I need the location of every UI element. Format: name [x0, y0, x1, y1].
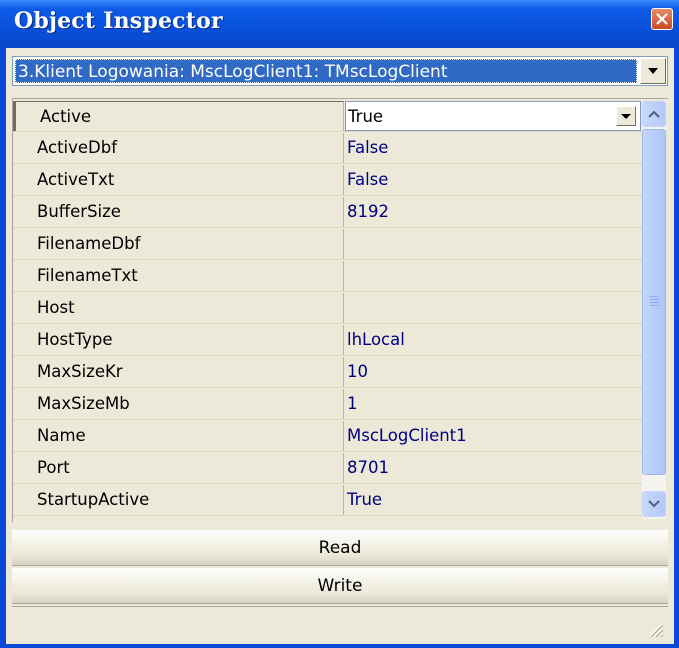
- property-value[interactable]: True: [345, 101, 641, 131]
- property-value[interactable]: False: [345, 133, 641, 163]
- thumb-grip-line: [650, 302, 659, 303]
- arrow-down-icon: [648, 500, 660, 508]
- resize-grip-icon[interactable]: [646, 620, 664, 638]
- property-grid: Active True ActiveDbf False ActiveTxt False Bu…: [12, 98, 668, 522]
- property-row[interactable]: ActiveDbf False: [13, 133, 641, 164]
- object-selector-value: 3.Klient Logowania: MscLogClient1: TMscL…: [15, 59, 637, 83]
- property-value[interactable]: False: [345, 165, 641, 195]
- write-button[interactable]: Write: [12, 568, 668, 604]
- property-value[interactable]: 8701: [345, 453, 641, 483]
- property-value-text: True: [348, 107, 384, 126]
- property-value[interactable]: [345, 293, 641, 323]
- property-value[interactable]: lhLocal: [345, 325, 641, 355]
- arrow-up-icon: [648, 110, 660, 118]
- title-bar[interactable]: Object Inspector: [0, 0, 679, 48]
- thumb-grip-line: [650, 305, 659, 306]
- object-selector-dropdown-button[interactable]: [640, 58, 666, 84]
- property-row[interactable]: ActiveTxt False: [13, 165, 641, 196]
- property-value-text: False: [347, 138, 389, 157]
- property-value[interactable]: 10: [345, 357, 641, 387]
- property-name[interactable]: BufferSize: [13, 197, 344, 227]
- property-value-text: lhLocal: [347, 330, 405, 349]
- thumb-grip-line: [650, 296, 659, 297]
- property-name[interactable]: ActiveTxt: [13, 165, 344, 195]
- thumb-grip-line: [650, 299, 659, 300]
- property-value-text: 8701: [347, 458, 389, 477]
- property-name[interactable]: StartupActive: [13, 485, 344, 515]
- chevron-down-icon: [648, 68, 658, 74]
- property-name[interactable]: Name: [13, 421, 344, 451]
- property-row[interactable]: BufferSize 8192: [13, 197, 641, 228]
- property-row[interactable]: MaxSizeMb 1: [13, 389, 641, 420]
- property-row[interactable]: FilenameDbf: [13, 229, 641, 260]
- scroll-down-button[interactable]: [642, 491, 666, 517]
- property-value-text: False: [347, 170, 389, 189]
- property-value-text: 8192: [347, 202, 389, 221]
- read-button[interactable]: Read: [12, 530, 668, 566]
- property-row[interactable]: MaxSizeKr 10: [13, 357, 641, 388]
- property-row[interactable]: HostType lhLocal: [13, 325, 641, 356]
- property-value[interactable]: 1: [345, 389, 641, 419]
- property-value[interactable]: [345, 261, 641, 291]
- property-name[interactable]: ActiveDbf: [13, 133, 344, 163]
- property-value-text: 10: [347, 362, 368, 381]
- property-value[interactable]: MscLogClient1: [345, 421, 641, 451]
- scroll-thumb[interactable]: [642, 129, 666, 475]
- property-row[interactable]: Active True: [13, 101, 641, 132]
- property-name[interactable]: FilenameDbf: [13, 229, 344, 259]
- scroll-up-button[interactable]: [642, 101, 666, 127]
- property-value[interactable]: True: [345, 485, 641, 515]
- property-row[interactable]: FilenameTxt: [13, 261, 641, 292]
- property-name[interactable]: MaxSizeMb: [13, 389, 344, 419]
- property-value[interactable]: [345, 229, 641, 259]
- close-button[interactable]: [651, 8, 673, 30]
- property-value[interactable]: 8192: [345, 197, 641, 227]
- property-value-text: MscLogClient1: [347, 426, 467, 445]
- property-name[interactable]: Port: [13, 453, 344, 483]
- property-name[interactable]: Host: [13, 293, 344, 323]
- property-row[interactable]: Host: [13, 293, 641, 324]
- property-name[interactable]: FilenameTxt: [13, 261, 344, 291]
- property-row[interactable]: Name MscLogClient1: [13, 421, 641, 452]
- property-dropdown-button[interactable]: [616, 106, 636, 126]
- property-name[interactable]: MaxSizeKr: [13, 357, 344, 387]
- object-selector-combo[interactable]: 3.Klient Logowania: MscLogClient1: TMscL…: [12, 56, 668, 86]
- window-title: Object Inspector: [14, 8, 223, 34]
- property-value-text: 1: [347, 394, 358, 413]
- chevron-down-icon: [621, 114, 631, 119]
- client-area: 3.Klient Logowania: MscLogClient1: TMscL…: [6, 48, 674, 644]
- property-row[interactable]: Port 8701: [13, 453, 641, 484]
- property-name[interactable]: HostType: [13, 325, 344, 355]
- vertical-scrollbar[interactable]: [642, 101, 666, 519]
- status-bar: [12, 606, 668, 642]
- property-value-text: True: [347, 490, 383, 509]
- property-row[interactable]: StartupActive True: [13, 485, 641, 516]
- property-name[interactable]: Active: [13, 101, 344, 131]
- close-icon: [656, 13, 668, 25]
- object-inspector-window: Object Inspector 3.Klient Logowania: Msc…: [0, 0, 679, 648]
